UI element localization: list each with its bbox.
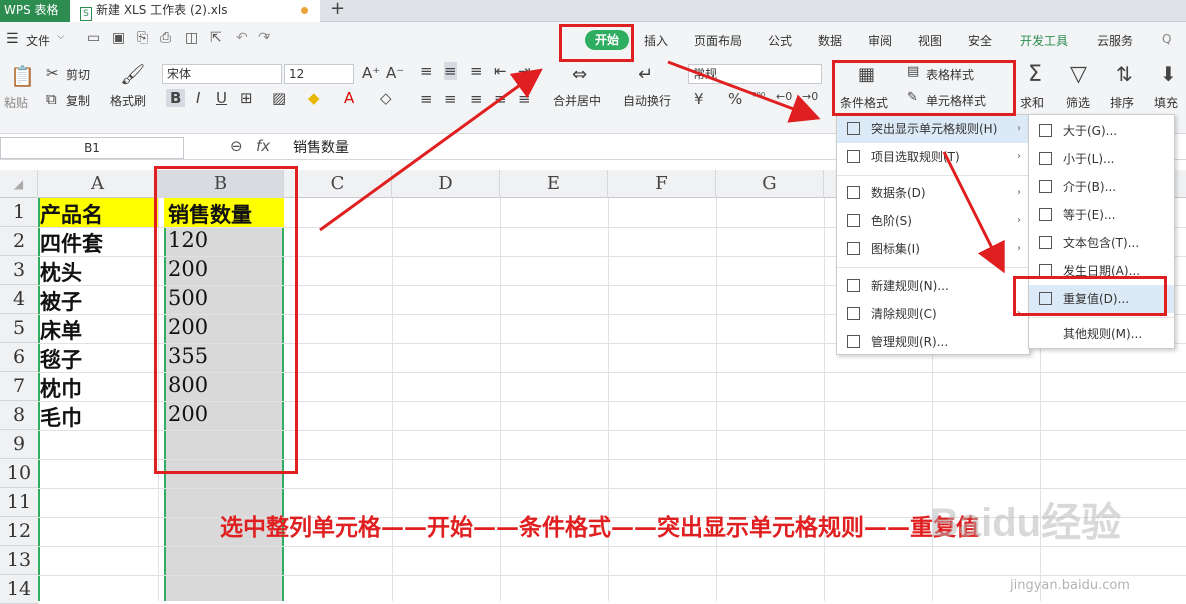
watermark-url: jingyan.baidu.com xyxy=(1010,578,1130,593)
annotation-arrow-to-home xyxy=(319,68,543,232)
annotation-arrow-to-cond-format xyxy=(667,60,821,123)
annotation-arrow-to-duplicate xyxy=(942,151,1005,274)
instruction-caption: 选中整列单元格——开始——条件格式——突出显示单元格规则——重复值 xyxy=(220,514,979,541)
baidu-watermark: Baidu经验 xyxy=(930,501,1122,545)
